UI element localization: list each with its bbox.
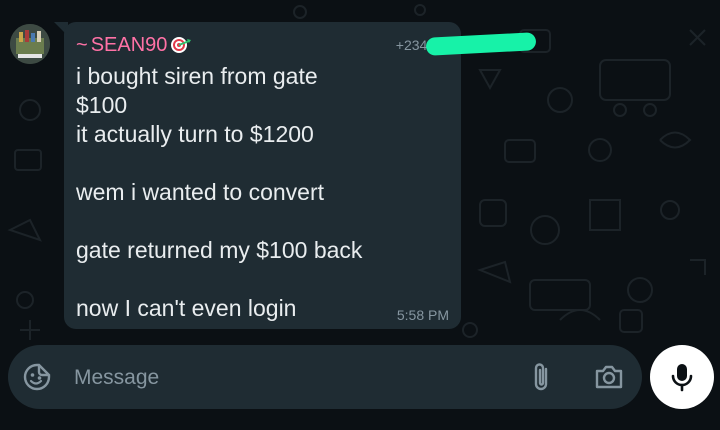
- message-line: it actually turn to $1200: [76, 121, 314, 147]
- sender-name[interactable]: ~ SEAN90: [76, 34, 192, 57]
- message-line: i bought siren from gate: [76, 63, 318, 89]
- sticker-icon: [23, 363, 51, 391]
- message-line-blank: [76, 265, 446, 294]
- camera-icon: [595, 365, 623, 389]
- attach-button[interactable]: [527, 361, 557, 393]
- message-timestamp: 5:58 PM: [396, 307, 449, 323]
- message-line: $100: [76, 92, 128, 118]
- message-line-blank: [76, 149, 446, 178]
- sender-row: ~ SEAN90 +234 7: [76, 32, 537, 58]
- incoming-message-bubble[interactable]: ~ SEAN90 +234 7 i bought siren from gate…: [64, 22, 537, 329]
- phone-redaction-mark: [425, 32, 537, 56]
- sender-phone: +234 7: [396, 32, 537, 56]
- message-input[interactable]: [72, 359, 496, 397]
- sender-name-text: SEAN90: [90, 33, 168, 56]
- microphone-icon: [671, 364, 693, 392]
- message-line: wem i wanted to convert: [76, 179, 325, 205]
- avatar-image-icon: [10, 24, 50, 64]
- message-line-blank: [76, 207, 446, 236]
- message-text: i bought siren from gate $100 it actuall…: [76, 62, 446, 323]
- dart-emoji-icon: [171, 37, 192, 53]
- contact-avatar[interactable]: [10, 24, 50, 64]
- voice-record-button[interactable]: [650, 345, 714, 409]
- message-composer: [8, 345, 642, 409]
- sticker-button[interactable]: [22, 362, 52, 392]
- message-line: gate returned my $100 back: [76, 237, 363, 263]
- paperclip-icon: [534, 363, 548, 391]
- message-line: now I can't even login: [76, 295, 297, 321]
- camera-button[interactable]: [593, 363, 625, 391]
